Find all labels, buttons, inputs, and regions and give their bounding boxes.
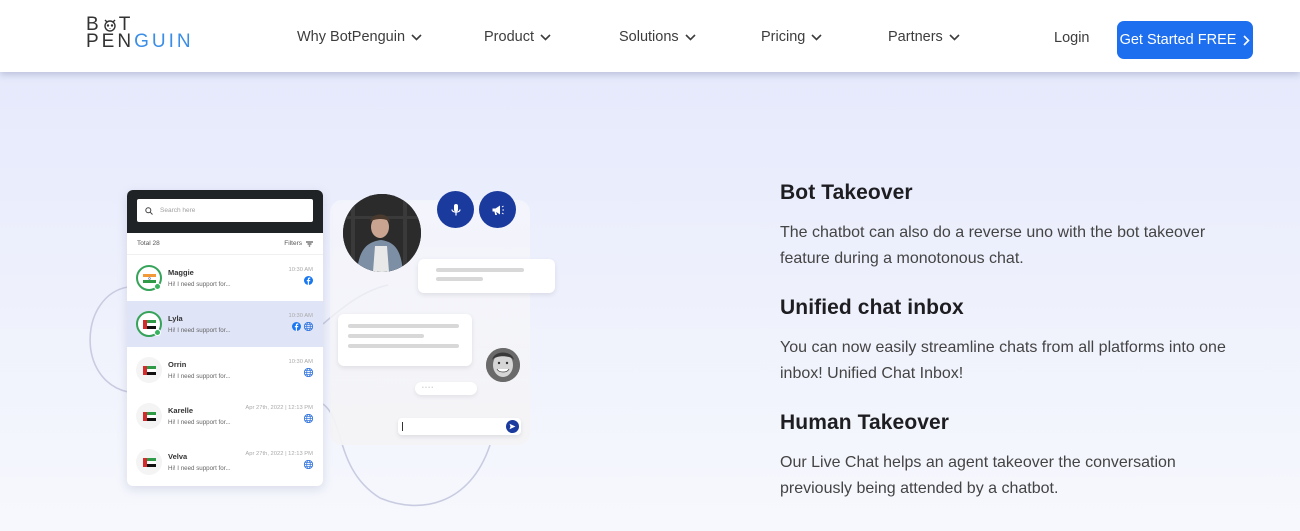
feature-title: Unified chat inbox (780, 296, 964, 319)
message-placeholder-line (348, 324, 459, 328)
get-started-button[interactable]: Get Started FREE (1117, 21, 1253, 59)
chevron-down-icon (949, 33, 960, 41)
botpenguin-logo[interactable]: B T PENGUIN (86, 15, 194, 52)
india-flag-icon (142, 273, 156, 283)
chevron-down-icon (811, 33, 822, 41)
contact-avatar (136, 403, 162, 429)
logo-text-blue: GUIN (134, 31, 194, 52)
message-placeholder-line (348, 334, 424, 338)
online-status-dot (154, 283, 161, 290)
agent-avatar (343, 194, 421, 272)
contact-avatar (136, 449, 162, 475)
message-placeholder-line (348, 344, 459, 348)
broadcast-button[interactable] (479, 191, 516, 228)
contact-avatar (136, 357, 162, 383)
nav-solutions[interactable]: Solutions (619, 29, 696, 45)
nav-label: Partners (888, 29, 943, 45)
message-time: 10:30 AM (288, 359, 314, 365)
chevron-down-icon (685, 33, 696, 41)
globe-icon (304, 368, 313, 377)
uae-flag-icon (142, 457, 156, 467)
search-placeholder: Search here (160, 207, 196, 214)
uae-flag-icon (142, 411, 156, 421)
penguin-icon (103, 18, 117, 32)
channel-icons (245, 414, 313, 423)
facebook-icon (292, 322, 301, 331)
nav-partners[interactable]: Partners (888, 29, 960, 45)
online-status-dot (154, 329, 161, 336)
feature-description: The chatbot can also do a reverse uno wi… (780, 224, 1206, 267)
nav-label: Pricing (761, 29, 806, 45)
typing-indicator: • • • • (415, 382, 477, 395)
channel-icons (289, 322, 313, 331)
microphone-icon (450, 203, 461, 215)
nav-label: Solutions (619, 29, 679, 45)
conversation-row[interactable]: Maggie Hi! I need support for... 10:30 AM (127, 255, 323, 301)
filter-icon (306, 241, 313, 246)
inbox-search-input[interactable]: Search here (137, 199, 313, 222)
feature-unified-chat-inbox: Unified chat inbox You can now easily st… (780, 296, 1250, 386)
microphone-button[interactable] (437, 191, 474, 228)
inbox-toolbar: Total 28 Filters (127, 233, 323, 255)
message-placeholder-line (436, 268, 524, 272)
globe-icon (304, 460, 313, 469)
chevron-down-icon (540, 33, 551, 41)
incoming-message-bubble (418, 259, 555, 293)
feature-description: Our Live Chat helps an agent takeover th… (780, 454, 1176, 497)
inbox-card: Search here Total 28 Filters Maggie Hi! I… (127, 190, 323, 486)
total-count: Total 28 (137, 240, 160, 247)
channel-icons (245, 460, 313, 469)
facebook-icon (304, 276, 313, 285)
contact-avatar (136, 311, 162, 337)
customer-avatar (486, 348, 520, 382)
conversation-row[interactable]: Karelle Hi! I need support for... Apr 27th… (127, 393, 323, 439)
chevron-right-icon (1243, 34, 1251, 46)
conversation-row[interactable]: Velva Hi! I need support for... Apr 27th, … (127, 439, 323, 485)
nav-pricing[interactable]: Pricing (761, 29, 822, 45)
feature-title: Human Takeover (780, 411, 950, 434)
text-caret (402, 422, 403, 431)
outgoing-message-bubble (338, 314, 472, 366)
logo-text-dark: PEN (86, 31, 135, 52)
nav-why-botpenguin[interactable]: Why BotPenguin (297, 29, 422, 45)
message-time: 10:30 AM (288, 267, 314, 273)
globe-icon (304, 322, 313, 331)
message-time: Apr 27th, 2022 | 12:13 PM (245, 451, 313, 457)
uae-flag-icon (142, 319, 156, 329)
contact-avatar (136, 265, 162, 291)
inbox-header: Search here (127, 190, 323, 233)
search-icon (145, 206, 153, 215)
megaphone-icon (492, 205, 504, 215)
uae-flag-icon (142, 365, 156, 375)
message-time: Apr 27th, 2022 | 12:13 PM (245, 405, 313, 411)
globe-icon (304, 414, 313, 423)
connector-left-curve (89, 286, 129, 393)
send-icon (509, 423, 516, 430)
message-placeholder-line (436, 277, 483, 281)
conversation-row[interactable]: Orrin Hi! I need support for... 10:30 AM (127, 347, 323, 393)
nav-label: Product (484, 29, 534, 45)
feature-description: You can now easily streamline chats from… (780, 339, 1226, 382)
nav-label: Why BotPenguin (297, 29, 406, 45)
send-button[interactable] (506, 420, 519, 433)
conversation-row[interactable]: Lyla Hi! I need support for... 10:30 AM (127, 301, 323, 347)
feature-bot-takeover: Bot Takeover The chatbot can also do a r… (780, 181, 1250, 271)
filters-label: Filters (284, 240, 302, 247)
chat-message-input[interactable] (398, 418, 521, 435)
login-link[interactable]: Login (1054, 30, 1089, 46)
feature-title: Bot Takeover (780, 181, 913, 204)
channel-icons (289, 276, 313, 285)
site-header: B T PENGUIN Why BotPenguin Product Solut… (0, 0, 1300, 72)
message-time: 10:30 AM (288, 313, 314, 319)
feature-human-takeover: Human Takeover Our Live Chat helps an ag… (780, 411, 1250, 501)
nav-product[interactable]: Product (484, 29, 551, 45)
channel-icons (289, 368, 313, 377)
filters-button[interactable]: Filters (284, 240, 313, 247)
cta-label: Get Started FREE (1119, 32, 1237, 48)
chevron-down-icon (411, 33, 422, 41)
